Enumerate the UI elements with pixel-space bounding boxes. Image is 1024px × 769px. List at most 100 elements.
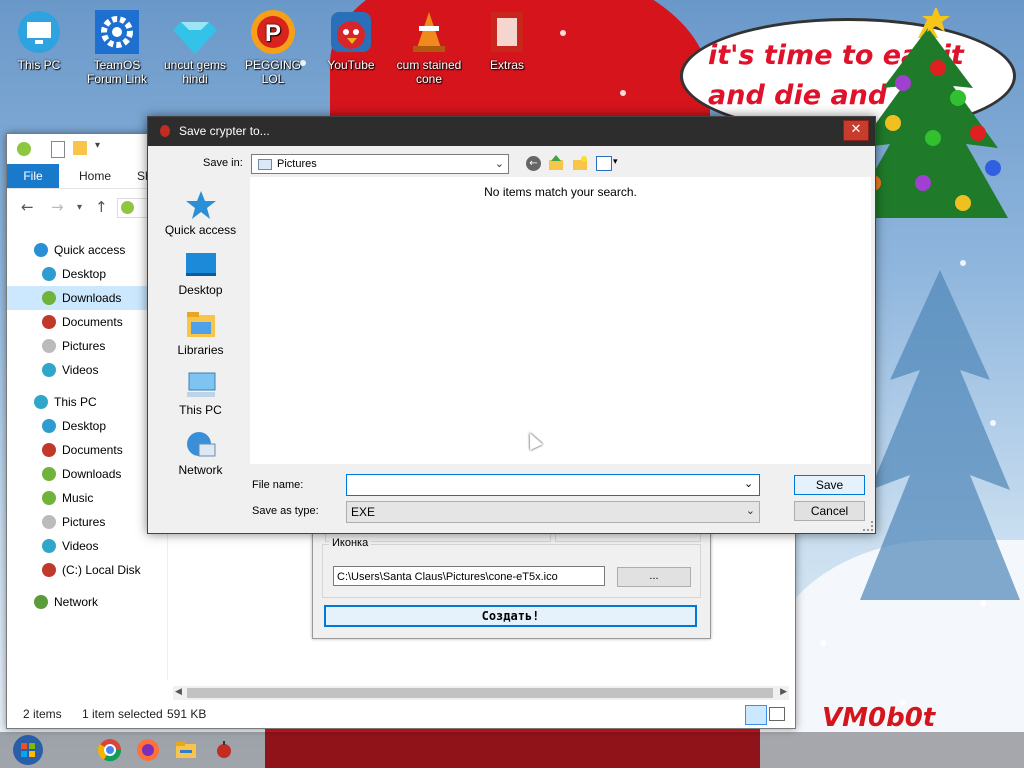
file-list[interactable]: No items match your search. xyxy=(250,177,871,464)
place-desktop[interactable]: Desktop xyxy=(151,250,250,297)
back-icon[interactable]: ← xyxy=(526,156,541,171)
place-label: Network xyxy=(178,463,223,477)
start-button[interactable] xyxy=(12,734,44,766)
sidebar-item-label: Music xyxy=(62,491,94,505)
sidebar-item[interactable]: This PC xyxy=(7,390,167,414)
address-bar[interactable] xyxy=(117,198,149,218)
view-chevron-icon[interactable]: ▾ xyxy=(613,156,618,167)
file-name-chevron-icon[interactable]: ⌄ xyxy=(744,477,753,490)
create-button[interactable]: Создать! xyxy=(324,605,697,627)
tab-file[interactable]: File xyxy=(7,164,59,188)
desktop-icon-this-pc[interactable]: This PC xyxy=(0,8,78,72)
place-this-pc[interactable]: This PC xyxy=(151,370,250,417)
location-icon xyxy=(121,201,134,214)
status-size: 591 KB xyxy=(167,707,207,721)
save-in-dropdown[interactable]: Pictures ⌄ xyxy=(251,154,509,174)
save-as-type-value: EXE xyxy=(351,505,376,519)
save-as-type-label: Save as type: xyxy=(252,505,319,517)
sidebar-item[interactable]: Videos xyxy=(7,358,167,382)
desktop-icon-teamos[interactable]: TeamOS Forum Link xyxy=(78,8,156,86)
documents-icon xyxy=(42,443,56,457)
desktop-icon-uncut-gems[interactable]: uncut gems hindi xyxy=(156,8,234,86)
crypter-builder-window: Иконка C:\Users\Santa Claus\Pictures\con… xyxy=(312,530,711,639)
sidebar-item[interactable]: Pictures xyxy=(7,510,167,534)
quick-access-toolbar-icon[interactable] xyxy=(17,142,31,156)
resize-grip[interactable] xyxy=(863,521,873,531)
sidebar-item[interactable]: Desktop xyxy=(7,262,167,286)
downloads-icon xyxy=(42,291,56,305)
sidebar-item[interactable]: Documents xyxy=(7,310,167,334)
new-folder-icon[interactable] xyxy=(73,141,87,155)
sidebar-item[interactable]: Downloads xyxy=(7,462,167,486)
videos-icon xyxy=(42,363,56,377)
forward-arrow-icon[interactable]: → xyxy=(51,198,64,216)
cancel-button[interactable]: Cancel xyxy=(794,501,865,521)
horizontal-scrollbar[interactable]: ◀ ▶ xyxy=(173,686,789,700)
file-name-input[interactable] xyxy=(346,474,760,496)
sidebar-item[interactable]: Music xyxy=(7,486,167,510)
sidebar-item[interactable]: Videos xyxy=(7,534,167,558)
background-tree-graphic xyxy=(860,270,1020,600)
scroll-left-arrow-icon[interactable]: ◀ xyxy=(175,686,182,697)
sidebar-item[interactable]: Network xyxy=(7,590,167,614)
firefox-icon[interactable] xyxy=(136,738,160,762)
snowflake xyxy=(620,90,626,96)
place-libraries[interactable]: Libraries xyxy=(151,310,250,357)
save-in-value: Pictures xyxy=(277,158,317,170)
chevron-down-icon: ⌄ xyxy=(745,504,755,517)
recent-chevron-icon[interactable]: ▾ xyxy=(77,202,82,213)
large-icons-view-icon[interactable] xyxy=(769,707,785,721)
back-arrow-icon[interactable]: ← xyxy=(21,198,34,216)
status-selection: 1 item selected xyxy=(82,707,163,721)
tab-home[interactable]: Home xyxy=(79,164,111,188)
extras-folder-icon xyxy=(483,8,531,56)
places-bar: Quick access Desktop Libraries This PC N… xyxy=(151,177,250,532)
chrome-icon[interactable] xyxy=(97,738,122,762)
desktop-icon-pegging[interactable]: P PEGGING LOL xyxy=(234,8,312,86)
place-network[interactable]: Network xyxy=(151,430,250,477)
browse-icon-button[interactable]: ... xyxy=(617,567,691,587)
sidebar-item[interactable]: Downloads xyxy=(7,286,167,310)
desktop-icon-extras[interactable]: Extras xyxy=(468,8,546,72)
up-folder-icon[interactable] xyxy=(548,155,564,171)
sidebar-item[interactable]: Pictures xyxy=(7,334,167,358)
place-label: Desktop xyxy=(178,283,223,297)
crypter-app-icon[interactable] xyxy=(212,738,236,762)
scroll-right-arrow-icon[interactable]: ▶ xyxy=(780,686,787,697)
sidebar-item[interactable]: (C:) Local Disk xyxy=(7,558,167,582)
pictures-icon xyxy=(42,515,56,529)
sidebar-item-label: This PC xyxy=(54,395,97,409)
network-icon xyxy=(185,430,217,460)
sidebar-item-label: Pictures xyxy=(62,339,106,353)
details-view-icon[interactable] xyxy=(745,705,767,725)
place-label: Quick access xyxy=(164,223,237,237)
sidebar-item[interactable]: Quick access xyxy=(7,238,167,262)
desktop-icon xyxy=(42,419,56,433)
taskbar xyxy=(0,732,1024,768)
save-button[interactable]: Save xyxy=(794,475,865,495)
svg-text:P: P xyxy=(265,20,281,47)
scrollbar-thumb[interactable] xyxy=(187,688,773,698)
videos-icon xyxy=(42,539,56,553)
view-menu-icon[interactable] xyxy=(596,156,612,171)
sidebar-item-label: Desktop xyxy=(62,267,107,281)
desktop-icon-youtube[interactable]: YouTube xyxy=(312,8,390,72)
angry-bird-icon xyxy=(327,8,375,56)
sidebar-item[interactable]: Desktop xyxy=(7,414,167,438)
file-explorer-icon[interactable] xyxy=(174,738,198,762)
sidebar-item[interactable]: Documents xyxy=(7,438,167,462)
new-folder-icon[interactable] xyxy=(572,155,588,171)
icon-path-input[interactable]: C:\Users\Santa Claus\Pictures\cone-eT5x.… xyxy=(333,566,605,586)
sidebar-item-label: Quick access xyxy=(54,243,126,257)
close-button[interactable]: ✕ xyxy=(843,120,869,141)
empty-list-message: No items match your search. xyxy=(484,185,637,199)
place-quick-access[interactable]: Quick access xyxy=(151,190,250,237)
save-as-type-dropdown[interactable]: EXE ⌄ xyxy=(346,501,760,523)
chevron-down-icon[interactable]: ▾ xyxy=(95,140,100,151)
pictures-folder-icon xyxy=(258,159,272,170)
properties-icon[interactable] xyxy=(51,141,65,158)
up-arrow-icon[interactable]: ↑ xyxy=(95,198,108,216)
documents-icon xyxy=(42,315,56,329)
peggle-icon: P xyxy=(249,8,297,56)
desktop-icon-cone[interactable]: cum stained cone xyxy=(390,8,468,86)
